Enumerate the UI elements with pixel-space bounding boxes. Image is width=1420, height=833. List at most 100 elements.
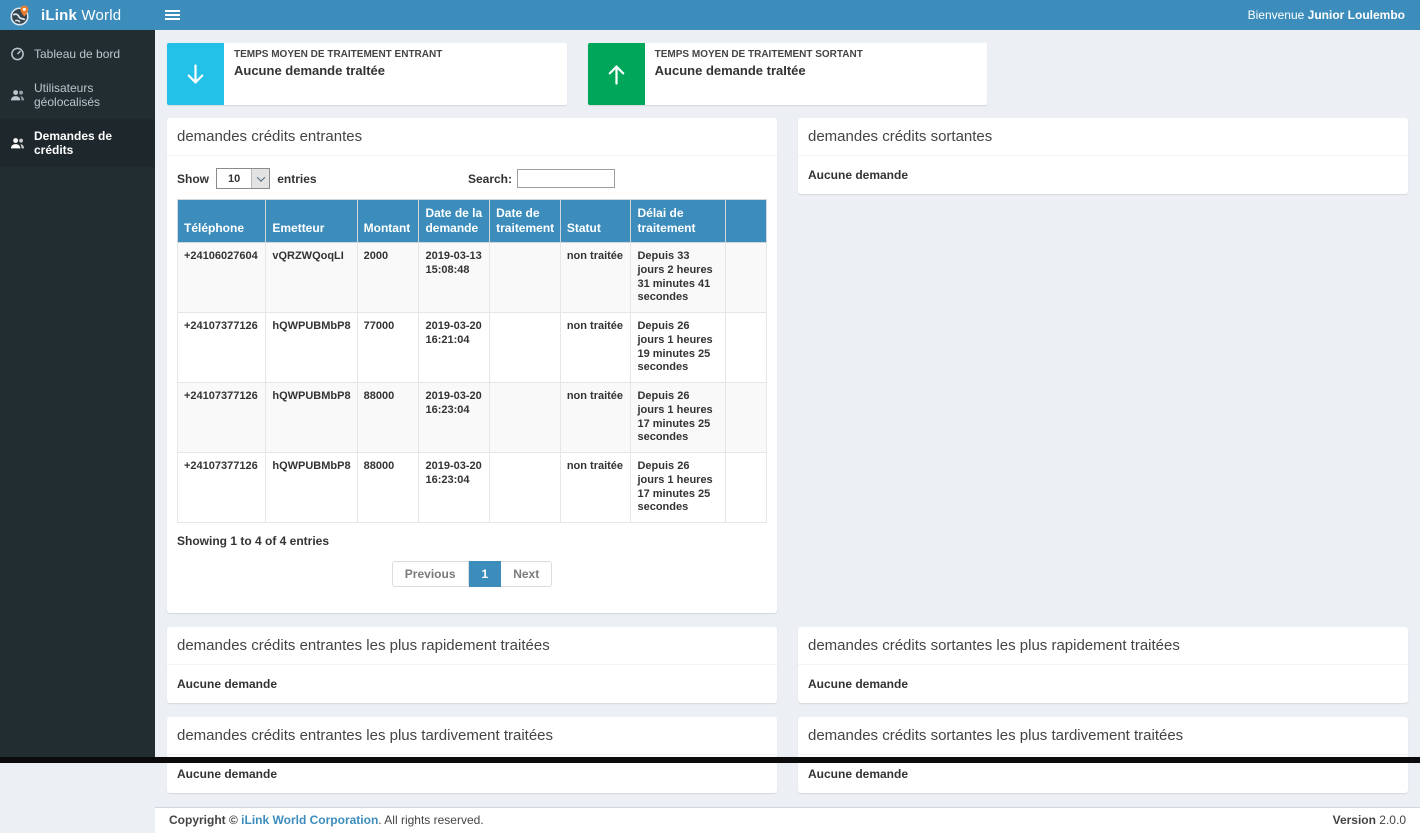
table-cell: 77000 — [357, 313, 419, 383]
table-cell: 88000 — [357, 383, 419, 453]
table-cell — [490, 313, 561, 383]
table-cell: hQWPUBMbP8 — [266, 383, 357, 453]
info-box-row: TEMPS MOYEN DE TRAITEMENT ENTRANT Aucune … — [167, 43, 1408, 105]
table-cell: hQWPUBMbP8 — [266, 313, 357, 383]
table-cell — [490, 243, 561, 313]
info-box-title: TEMPS MOYEN DE TRAITEMENT SORTANT — [655, 49, 863, 60]
page-footer: Copyright © iLink World Corporation. All… — [155, 807, 1420, 833]
sidebar-item-label: Demandes de crédits — [34, 129, 145, 157]
table-cell: +24107377126 — [178, 313, 266, 383]
table-cell — [490, 383, 561, 453]
globe-pin-logo-icon — [9, 4, 32, 27]
arrow-down-icon — [167, 43, 224, 105]
info-box-message: Aucune demande traItée — [655, 63, 863, 78]
table-cell-spacer — [725, 313, 766, 383]
panel-entrantes-tardives: demandes crédits entrantes les plus tard… — [167, 717, 777, 793]
table-row: +24107377126hQWPUBMbP8880002019-03-20 16… — [178, 383, 767, 453]
showing-entries-info: Showing 1 to 4 of 4 entries — [177, 534, 767, 548]
sidebar-toggle-icon[interactable] — [165, 8, 180, 22]
column-header[interactable]: Date de la demande — [419, 200, 490, 243]
users-icon — [10, 136, 25, 151]
column-header[interactable]: Emetteur — [266, 200, 357, 243]
table-cell: Depuis 26 jours 1 heures 17 minutes 25 s… — [631, 453, 725, 523]
sidebar-item-label: Tableau de bord — [34, 47, 120, 61]
info-box-0: TEMPS MOYEN DE TRAITEMENT ENTRANTAucune … — [167, 43, 567, 105]
next-page-button[interactable]: Next — [501, 561, 552, 587]
table-cell: 2019-03-13 15:08:48 — [419, 243, 490, 313]
show-label: Show — [177, 172, 209, 186]
panel-title: demandes crédits entrantes — [177, 128, 362, 145]
page-1-button[interactable]: 1 — [469, 561, 502, 587]
sidebar-item-demandes-de-credits[interactable]: Demandes de crédits — [0, 119, 155, 167]
column-header-spacer — [725, 200, 766, 243]
table-cell: +24106027604 — [178, 243, 266, 313]
table-cell: +24107377126 — [178, 453, 266, 523]
panel-sortantes-rapides: demandes crédits sortantes les plus rapi… — [798, 627, 1408, 703]
column-header[interactable]: Date de traitement — [490, 200, 561, 243]
table-header-row: TéléphoneEmetteurMontantDate de la deman… — [178, 200, 767, 243]
column-header[interactable]: Délai de traitement — [631, 200, 725, 243]
empty-message: Aucune demande — [808, 765, 1398, 783]
bottom-strip — [0, 757, 1420, 763]
table-cell: +24107377126 — [178, 383, 266, 453]
arrow-up-icon — [588, 43, 645, 105]
column-header[interactable]: Montant — [357, 200, 419, 243]
info-box-title: TEMPS MOYEN DE TRAITEMENT ENTRANT — [234, 49, 442, 60]
table-cell-spacer — [725, 243, 766, 313]
empty-message: Aucune demande — [808, 675, 1398, 693]
dashboard-icon — [10, 46, 25, 61]
empty-message: Aucune demande — [177, 765, 767, 783]
copyright-text: Copyright © iLink World Corporation. All… — [169, 813, 484, 827]
welcome-text: Bienvenue Junior Loulembo — [1248, 8, 1405, 22]
info-box-1: TEMPS MOYEN DE TRAITEMENT SORTANT Aucune … — [588, 43, 988, 105]
panel-sortantes-tardives: demandes crédits sortantes les plus tard… — [798, 717, 1408, 793]
brand-logo-area[interactable]: iLink World — [0, 0, 155, 30]
page-length-control: Show 10 entries — [177, 168, 317, 189]
pagination: Previous 1 Next — [177, 561, 767, 587]
content-area: TEMPS MOYEN DE TRAITEMENT ENTRANT Aucune … — [155, 30, 1420, 757]
search-input[interactable] — [517, 169, 615, 188]
panel-title: demandes crédits entrantes les plus tard… — [177, 727, 553, 744]
table-cell: non traitée — [560, 313, 631, 383]
search-control: Search: — [468, 169, 615, 188]
company-link[interactable]: iLink World Corporation — [241, 813, 378, 827]
empty-message: Aucune demande — [177, 675, 767, 693]
table-cell: Depuis 26 jours 1 heures 17 minutes 25 s… — [631, 383, 725, 453]
panel-title: demandes crédits entrantes les plus rapi… — [177, 637, 550, 654]
table-row: +24107377126hQWPUBMbP8880002019-03-20 16… — [178, 453, 767, 523]
table-cell: hQWPUBMbP8 — [266, 453, 357, 523]
panel-demandes-sortantes: demandes crédits sortantes Aucune demand… — [798, 118, 1408, 194]
empty-message: Aucune demande — [808, 166, 1398, 184]
demandes-entrantes-table: TéléphoneEmetteurMontantDate de la deman… — [177, 199, 767, 523]
sidebar-item-tableau-de-bord[interactable]: Tableau de bord — [0, 36, 155, 71]
table-cell: non traitée — [560, 243, 631, 313]
table-cell: vQRZWQoqLI — [266, 243, 357, 313]
table-cell: non traitée — [560, 453, 631, 523]
panel-title: demandes crédits sortantes les plus rapi… — [808, 637, 1180, 654]
previous-page-button[interactable]: Previous — [392, 561, 469, 587]
column-header[interactable]: Statut — [560, 200, 631, 243]
table-cell: Depuis 26 jours 1 heures 19 minutes 25 s… — [631, 313, 725, 383]
column-header[interactable]: Téléphone — [178, 200, 266, 243]
table-cell — [490, 453, 561, 523]
table-cell-spacer — [725, 453, 766, 523]
table-cell: 2019-03-20 16:21:04 — [419, 313, 490, 383]
table-cell-spacer — [725, 383, 766, 453]
table-cell: 2000 — [357, 243, 419, 313]
top-bar: iLink World Bienvenue Junior Loulembo — [0, 0, 1420, 30]
search-label: Search: — [468, 172, 512, 186]
table-row: +24106027604vQRZWQoqLI20002019-03-13 15:… — [178, 243, 767, 313]
table-row: +24107377126hQWPUBMbP8770002019-03-20 16… — [178, 313, 767, 383]
table-cell: 2019-03-20 16:23:04 — [419, 383, 490, 453]
brand-name: iLink World — [41, 7, 121, 24]
sidebar-item-utilisateurs-geolocalises[interactable]: Utilisateurs géolocalisés — [0, 71, 155, 119]
table-cell: 88000 — [357, 453, 419, 523]
users-icon — [10, 88, 25, 103]
table-header-row: TéléphoneEmetteurMontantDate de la deman… — [178, 200, 767, 243]
panel-title: demandes crédits sortantes — [808, 128, 992, 145]
panel-demandes-entrantes: demandes crédits entrantes Show 10 entri… — [167, 118, 777, 613]
chevron-down-icon — [251, 169, 269, 188]
panel-entrantes-rapides: demandes crédits entrantes les plus rapi… — [167, 627, 777, 703]
page-size-select[interactable]: 10 — [216, 168, 270, 189]
table-body: +24106027604vQRZWQoqLI20002019-03-13 15:… — [178, 243, 767, 523]
